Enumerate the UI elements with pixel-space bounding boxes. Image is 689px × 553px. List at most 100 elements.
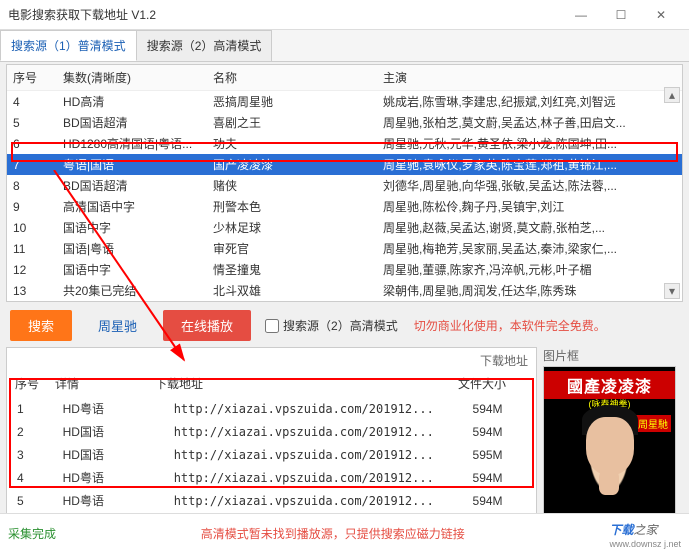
tab-source-2[interactable]: 搜索源（2）高清模式 [136,30,273,61]
dl-cell-url: http://xiazai.vpszuida.com/201912... [168,421,465,442]
cell-ep: BD国语超清 [57,175,207,196]
dl-col-url: 下载地址 [155,375,458,392]
dl-cell-seq: 4 [11,467,55,488]
brand-logo: 下载之家 www.downsz j.net [609,518,681,549]
dl-col-size: 文件大小 [458,375,528,392]
source-hd-label: 搜索源（2）高清模式 [283,317,398,334]
cell-name: 恶搞周星驰 [207,91,377,113]
cell-cast: 周星驰,元秋,元华,黄圣依,梁小龙,陈国坤,田... [377,133,682,154]
scroll-up-icon[interactable]: ▴ [664,87,680,103]
warning-text: 切勿商业化使用，本软件完全免费。 [414,317,606,334]
cell-ep: BD国语超清 [57,112,207,133]
table-row[interactable]: 10国语中字少林足球周星驰,赵薇,吴孟达,谢贤,莫文蔚,张柏芝,... [7,217,682,238]
cell-seq: 11 [7,238,57,259]
table-row[interactable]: 13共20集已完结北斗双雄梁朝伟,周星驰,周润发,任达华,陈秀珠 [7,280,682,301]
cell-seq: 5 [7,112,57,133]
dl-col-detail: 详情 [55,375,155,392]
col-seq: 序号 [7,65,57,91]
cell-seq: 9 [7,196,57,217]
cell-name: 少林足球 [207,217,377,238]
status-done: 采集完成 [8,525,56,542]
dl-cell-size: 594M [467,398,532,419]
table-row[interactable]: 7粤语|国语国产凌凌漆周星驰,袁咏仪,罗家英,陈宝莲,郑祖,黄锦江,... [7,154,682,175]
table-row[interactable]: 4HD高清恶搞周星驰姚成岩,陈雪琳,李建忠,纪振斌,刘红亮,刘智远 [7,91,682,113]
results-table: 序号 集数(清晰度) 名称 主演 4HD高清恶搞周星驰姚成岩,陈雪琳,李建忠,纪… [7,65,682,301]
cell-cast: 周星驰,赵薇,吴孟达,谢贤,莫文蔚,张柏芝,... [377,217,682,238]
dl-cell-size: 594M [467,421,532,442]
dl-col-seq: 序号 [15,375,55,392]
status-bar: 采集完成 高清模式暂未找到播放源，只提供搜索应磁力链接 下载之家 www.dow… [0,513,689,553]
col-cast: 主演 [377,65,682,91]
source-hd-check-input[interactable] [265,319,279,333]
poster-face [586,417,634,475]
cell-name: 审死官 [207,238,377,259]
cell-ep: 共20集已完结 [57,280,207,301]
cell-ep: 粤语|国语 [57,154,207,175]
dl-cell-detail: HD粤语 [57,398,166,419]
cell-name: 情圣撞鬼 [207,259,377,280]
dl-cell-detail: HD粤语 [57,467,166,488]
dl-cell-seq: 1 [11,398,55,419]
minimize-icon[interactable]: — [561,8,601,22]
search-button[interactable]: 搜索 [10,310,72,341]
download-table: 1HD粤语http://xiazai.vpszuida.com/201912..… [9,396,534,513]
col-name: 名称 [207,65,377,91]
search-keyword[interactable]: 周星驰 [80,310,155,341]
cell-cast: 周星驰,梅艳芳,吴家丽,吴孟达,秦沛,梁家仁,... [377,238,682,259]
cell-cast: 周星驰,陈松伶,麹子丹,吴镇宇,刘江 [377,196,682,217]
cell-name: 北斗双雄 [207,280,377,301]
download-table-header: 序号 详情 下载地址 文件大小 [9,371,534,396]
brand-right: 之家 [633,523,657,537]
cell-seq: 12 [7,259,57,280]
maximize-icon[interactable]: ☐ [601,8,641,22]
results-panel: 序号 集数(清晰度) 名称 主演 4HD高清恶搞周星驰姚成岩,陈雪琳,李建忠,纪… [6,64,683,302]
cell-cast: 周星驰,董骠,陈家齐,冯淬帆,元彬,叶子楣 [377,259,682,280]
cell-seq: 6 [7,133,57,154]
dl-cell-url: http://xiazai.vpszuida.com/201912... [168,398,465,419]
scroll-down-icon[interactable]: ▾ [664,283,680,299]
download-row[interactable]: 5HD粤语http://xiazai.vpszuida.com/201912..… [11,490,532,511]
dl-cell-detail: HD粤语 [57,490,166,511]
dl-cell-seq: 2 [11,421,55,442]
cell-ep: HD1280高清国语|粤语... [57,133,207,154]
tab-source-1[interactable]: 搜索源（1）普清模式 [0,30,137,61]
cell-ep: HD高清 [57,91,207,113]
dl-cell-size: 594M [467,467,532,488]
play-online-button[interactable]: 在线播放 [163,310,251,341]
table-row[interactable]: 11国语|粤语审死官周星驰,梅艳芳,吴家丽,吴孟达,秦沛,梁家仁,... [7,238,682,259]
status-note: 高清模式暂未找到播放源，只提供搜索应磁力链接 [56,525,609,542]
toolbar: 搜索 周星驰 在线播放 搜索源（2）高清模式 切勿商业化使用，本软件完全免费。 [0,304,689,347]
cell-seq: 8 [7,175,57,196]
cell-cast: 周星驰,张柏芝,莫文蔚,吴孟达,林子善,田启文... [377,112,682,133]
cell-name: 国产凌凌漆 [207,154,377,175]
table-row[interactable]: 9高清国语中字刑警本色周星驰,陈松伶,麹子丹,吴镇宇,刘江 [7,196,682,217]
cell-ep: 国语中字 [57,217,207,238]
table-row[interactable]: 6HD1280高清国语|粤语...功夫周星驰,元秋,元华,黄圣依,梁小龙,陈国坤… [7,133,682,154]
dl-cell-url: http://xiazai.vpszuida.com/201912... [168,490,465,511]
source-hd-checkbox[interactable]: 搜索源（2）高清模式 [265,317,398,334]
poster-badge: 周星馳 [635,415,671,432]
cell-seq: 13 [7,280,57,301]
cell-seq: 4 [7,91,57,113]
close-icon[interactable]: ✕ [641,8,681,22]
cell-cast: 周星驰,袁咏仪,罗家英,陈宝莲,郑祖,黄锦江,... [377,154,682,175]
table-row[interactable]: 12国语中字情圣撞鬼周星驰,董骠,陈家齐,冯淬帆,元彬,叶子楣 [7,259,682,280]
download-row[interactable]: 2HD国语http://xiazai.vpszuida.com/201912..… [11,421,532,442]
cell-name: 刑警本色 [207,196,377,217]
poster-title: 國產凌凌漆 [544,371,675,399]
cell-ep: 国语中字 [57,259,207,280]
dl-cell-detail: HD国语 [57,421,166,442]
dl-cell-size: 595M [467,444,532,465]
titlebar: 电影搜索获取下载地址 V1.2 — ☐ ✕ [0,0,689,30]
download-row[interactable]: 1HD粤语http://xiazai.vpszuida.com/201912..… [11,398,532,419]
table-row[interactable]: 5BD国语超清喜剧之王周星驰,张柏芝,莫文蔚,吴孟达,林子善,田启文... [7,112,682,133]
cell-ep: 高清国语中字 [57,196,207,217]
tab-bar: 搜索源（1）普清模式 搜索源（2）高清模式 [0,30,689,62]
cell-seq: 7 [7,154,57,175]
dl-cell-detail: HD国语 [57,444,166,465]
download-row[interactable]: 4HD粤语http://xiazai.vpszuida.com/201912..… [11,467,532,488]
cell-ep: 国语|粤语 [57,238,207,259]
table-row[interactable]: 8BD国语超清赌侠刘德华,周星驰,向华强,张敏,吴孟达,陈法蓉,... [7,175,682,196]
download-row[interactable]: 3HD国语http://xiazai.vpszuida.com/201912..… [11,444,532,465]
cell-name: 功夫 [207,133,377,154]
